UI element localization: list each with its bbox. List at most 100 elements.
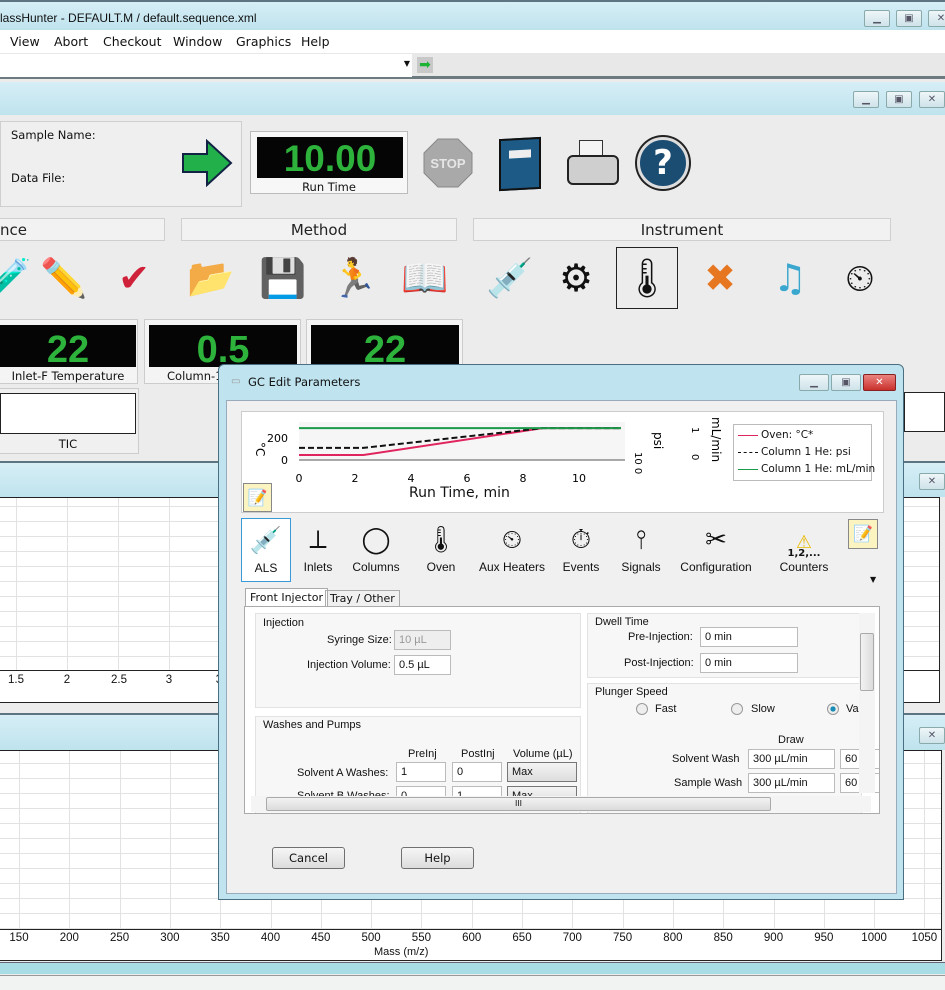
- tray-icon[interactable]: ⚙: [548, 248, 604, 308]
- radio-slow[interactable]: [731, 703, 743, 715]
- edit-sequence-icon[interactable]: ✏️: [36, 248, 92, 308]
- counters-glyph: 1,2,...: [787, 548, 821, 559]
- vertical-scrollbar[interactable]: [859, 613, 875, 793]
- mass-axis-label: Mass (m/z): [374, 946, 429, 958]
- configuration-icon: ✂: [705, 525, 727, 555]
- spectrum-close-button[interactable]: ✕: [919, 727, 945, 744]
- inner-minimize-button[interactable]: ▁: [853, 91, 879, 108]
- tune-icon[interactable]: ♫: [762, 248, 818, 308]
- mass-tick: 750: [613, 932, 633, 944]
- y-axis-label: °C: [253, 442, 267, 456]
- grid-line: [118, 498, 119, 670]
- module-counters[interactable]: ⚠ 1,2,... Counters: [769, 518, 839, 582]
- cancel-button[interactable]: Cancel: [272, 847, 345, 869]
- svg-text:STOP: STOP: [430, 156, 465, 171]
- solvent-a-post-field[interactable]: 0: [452, 762, 502, 782]
- mass-tick: 300: [160, 932, 180, 944]
- module-label: Events: [562, 560, 600, 574]
- group-title: Dwell Time: [595, 616, 649, 628]
- injector-icon[interactable]: 💉: [482, 248, 538, 308]
- legend-item: Column 1 He: psi: [738, 446, 851, 458]
- menu-abort[interactable]: Abort: [54, 34, 88, 49]
- minimize-button[interactable]: ▁: [864, 10, 890, 27]
- scroll-thumb[interactable]: III: [266, 797, 771, 811]
- module-signals[interactable]: ⫯ Signals: [611, 518, 671, 582]
- gc-oven-icon[interactable]: 🌡: [616, 247, 678, 309]
- vials-icon[interactable]: 🧪: [0, 248, 36, 308]
- module-label: Aux Heaters: [478, 560, 546, 574]
- edit-module-icon[interactable]: 📝: [848, 519, 878, 549]
- legend-swatch: [738, 468, 758, 470]
- menu-view[interactable]: View: [10, 34, 40, 49]
- strip-scroll-icon[interactable]: ▼: [870, 575, 876, 584]
- module-inlets[interactable]: ⟂ Inlets: [288, 518, 348, 582]
- mass-tick: 150: [9, 932, 29, 944]
- vacuum-gauge-icon[interactable]: ⏲: [832, 248, 888, 308]
- radio-fast[interactable]: [636, 703, 648, 715]
- close-button[interactable]: ✕: [928, 10, 945, 27]
- stop-icon[interactable]: STOP: [423, 138, 473, 188]
- module-als[interactable]: 💉 ALS: [241, 518, 291, 582]
- module-columns[interactable]: ◯ Columns: [346, 518, 406, 582]
- time-tick: 3: [165, 674, 173, 686]
- als-icon: 💉: [249, 526, 283, 556]
- module-events[interactable]: ⏱ Events: [551, 518, 611, 582]
- sequence-combo[interactable]: ▼: [0, 54, 412, 77]
- legend-swatch: [738, 434, 758, 436]
- help-icon[interactable]: ?: [637, 137, 689, 189]
- module-configuration[interactable]: ✂ Configuration: [671, 518, 761, 582]
- solvent-wash-draw-field[interactable]: 300 µL/min: [748, 749, 835, 769]
- tic-label: TIC: [58, 437, 78, 451]
- menu-window[interactable]: Window: [173, 34, 222, 49]
- dialog-minimize-button[interactable]: ▁: [799, 374, 829, 391]
- ms-source-icon[interactable]: ✖: [692, 248, 748, 308]
- help-button[interactable]: Help: [401, 847, 474, 869]
- tic-display: [0, 393, 136, 434]
- printer-icon[interactable]: [565, 140, 620, 190]
- edit-method-icon[interactable]: 📖: [397, 248, 453, 308]
- radio-variable[interactable]: [827, 703, 839, 715]
- injection-volume-field[interactable]: 0.5 µL: [394, 655, 451, 675]
- dialog-close-button[interactable]: ✕: [863, 374, 896, 391]
- load-method-icon[interactable]: 📂: [183, 248, 239, 308]
- validate-sequence-icon[interactable]: ✔: [106, 248, 162, 308]
- tab-front-injector[interactable]: Front Injector: [245, 588, 328, 607]
- app-title: lassHunter - DEFAULT.M / default.sequenc…: [0, 11, 257, 25]
- menu-checkout[interactable]: Checkout: [103, 34, 161, 49]
- y-tick: 200: [267, 432, 288, 445]
- legend-swatch: [738, 451, 758, 453]
- edit-chart-icon[interactable]: 📝: [243, 483, 272, 512]
- go-arrow-icon[interactable]: ➡: [417, 57, 433, 73]
- mass-tick: 700: [562, 932, 582, 944]
- module-label: ALS: [254, 561, 278, 575]
- run-method-icon[interactable]: 🏃: [326, 248, 382, 308]
- module-label: Oven: [426, 560, 456, 574]
- tab-tray-other[interactable]: Tray / Other: [325, 590, 400, 607]
- dialog-maximize-button[interactable]: ▣: [831, 374, 861, 391]
- menu-bar: View Abort Checkout Window Graphics Help: [0, 30, 945, 53]
- inner-maximize-button[interactable]: ▣: [886, 91, 912, 108]
- notebook-icon[interactable]: [499, 136, 541, 192]
- chromatogram-close-button[interactable]: ✕: [919, 473, 945, 490]
- x-tick: 6: [464, 472, 471, 485]
- solvent-a-volume-select[interactable]: Max: [507, 762, 577, 782]
- solvent-a-pre-field[interactable]: 1: [396, 762, 446, 782]
- menu-help[interactable]: Help: [301, 34, 330, 49]
- maximize-button[interactable]: ▣: [896, 10, 922, 27]
- pre-injection-field[interactable]: 0 min: [700, 627, 798, 647]
- post-injection-field[interactable]: 0 min: [700, 653, 798, 673]
- inner-close-button[interactable]: ✕: [919, 91, 945, 108]
- menu-graphics[interactable]: Graphics: [236, 34, 291, 49]
- sample-wash-draw-field[interactable]: 300 µL/min: [748, 773, 835, 793]
- radio-variable-label: Va: [846, 703, 859, 715]
- legend-item: Oven: °C*: [738, 429, 813, 441]
- module-oven[interactable]: 🌡 Oven: [411, 518, 471, 582]
- horizontal-scrollbar[interactable]: III: [251, 796, 871, 812]
- start-run-arrow-icon[interactable]: [181, 139, 233, 187]
- y-tick: 0: [281, 454, 288, 467]
- x-axis-label: Run Time, min: [409, 485, 510, 501]
- grid-line: [169, 498, 170, 670]
- module-aux-heaters[interactable]: ⏲ Aux Heaters: [472, 518, 552, 582]
- save-method-icon[interactable]: 💾: [255, 248, 311, 308]
- post-injection-label: Post-Injection:: [624, 657, 694, 669]
